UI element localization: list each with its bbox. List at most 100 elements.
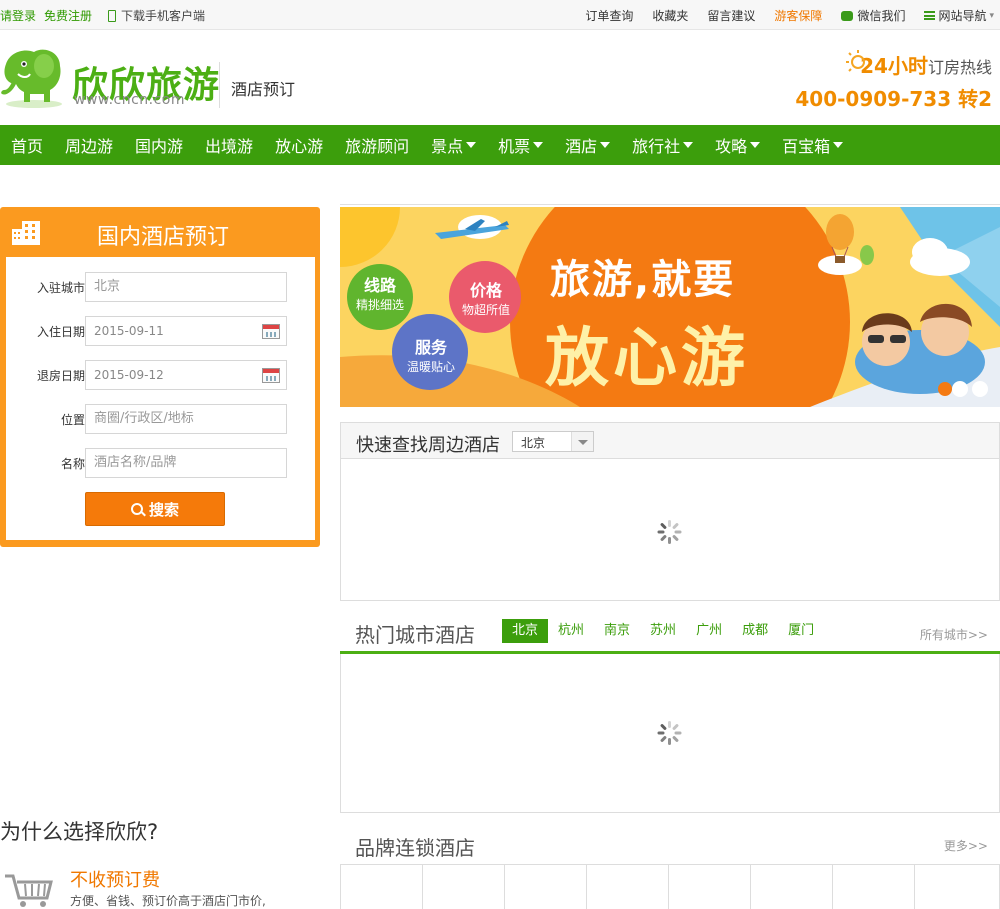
tourist-guarantee-link[interactable]: 游客保障 [774, 7, 822, 24]
nav-item-outbound-tour[interactable]: 出境游 [205, 133, 253, 157]
bubble-service-sub: 温暖贴心 [406, 360, 455, 374]
bubble-price-sub: 物超所值 [461, 303, 510, 317]
city-row: 入驻城市 北京 [6, 272, 315, 302]
brand-cell[interactable] [505, 865, 587, 909]
logo-divider [219, 62, 220, 108]
tab-beijing[interactable]: 北京 [502, 619, 549, 643]
promo-banner[interactable]: 线路 精挑细选 价格 物超所值 服务 温暖贴心 旅游,就要 放心游 [340, 207, 1000, 407]
search-button[interactable]: 搜索 [85, 492, 225, 526]
brand-cell[interactable] [915, 865, 997, 909]
sun-icon [846, 50, 865, 72]
why-item-desc: 方便、省钱、预订价高于酒店门市价, [70, 894, 266, 908]
bubble-route-title: 线路 [363, 276, 396, 295]
chevron-down-icon: ▾ [989, 10, 994, 21]
tab-hangzhou[interactable]: 杭州 [548, 619, 594, 643]
nav-item-hotels[interactable]: 酒店 [565, 133, 611, 157]
nav-item-home[interactable]: 首页 [11, 133, 43, 157]
why-item-title: 不收预订费 [70, 870, 160, 891]
brand-cell[interactable] [341, 865, 423, 909]
nav-label: 景点 [431, 137, 464, 156]
brand-logo-grid [340, 864, 1000, 909]
nav-item-domestic-tour[interactable]: 国内游 [135, 133, 183, 157]
city-input[interactable]: 北京 [85, 272, 287, 302]
hotel-name-input[interactable]: 酒店名称/品牌 [85, 448, 287, 478]
nav-item-flights[interactable]: 机票 [498, 133, 544, 157]
nav-item-travel-advisor[interactable]: 旅游顾问 [345, 133, 409, 157]
spinner-petal [674, 731, 682, 735]
register-link[interactable]: 免费注册 [44, 7, 92, 24]
nav-item-toolbox[interactable]: 百宝箱 [782, 133, 844, 157]
hot-cities-header: 热门城市酒店 北京 杭州 南京 苏州 广州 成都 厦门 所有城市>> [340, 614, 1000, 654]
tab-nanjing[interactable]: 南京 [594, 619, 640, 643]
feedback-link[interactable]: 留言建议 [707, 7, 755, 24]
nearby-city-select[interactable]: 北京 [512, 431, 594, 452]
favorites-link[interactable]: 收藏夹 [652, 7, 688, 24]
nearby-hotels-panel: 快速查找周边酒店 北京 [340, 422, 1000, 601]
app-download-link[interactable]: 下载手机客户端 [108, 7, 205, 24]
bubble-price-title: 价格 [469, 281, 502, 300]
booking-form: 入驻城市 北京 入住日期 2015-09-11 退房日期 2015-09-12 … [6, 257, 315, 540]
tab-suzhou[interactable]: 苏州 [640, 619, 686, 643]
brand-chain-header: 品牌连锁酒店 更多>> [340, 826, 1000, 864]
booking-header: 国内酒店预订 [0, 207, 320, 257]
brand-cell[interactable] [587, 865, 669, 909]
location-input[interactable]: 商圈/行政区/地标 [85, 404, 287, 434]
brand-cell[interactable] [423, 865, 505, 909]
spinner-petal [657, 731, 665, 735]
bubble-service: 服务 温暖贴心 [396, 334, 466, 375]
spinner-petal [659, 723, 668, 731]
hot-cities-title: 热门城市酒店 [355, 623, 475, 647]
site-nav-link[interactable]: 网站导航 ▾ [924, 7, 994, 24]
checkin-date-input[interactable]: 2015-09-11 [85, 316, 287, 346]
brand-cell[interactable] [751, 865, 833, 909]
spinner-petal [668, 738, 671, 745]
caret-down-icon [750, 142, 761, 148]
brand-cell[interactable] [669, 865, 751, 909]
nav-label: 旅游顾问 [345, 137, 410, 156]
nav-item-guides[interactable]: 攻略 [715, 133, 761, 157]
nav-label: 机票 [498, 137, 531, 156]
elephant-logo-icon[interactable] [0, 44, 68, 110]
calendar-icon[interactable] [262, 368, 280, 383]
spinner-petal [668, 537, 671, 544]
spinner-petal [674, 530, 682, 534]
bubble-route: 线路 精挑细选 [350, 272, 410, 313]
hot-city-tabs: 北京 杭州 南京 苏州 广州 成都 厦门 [502, 619, 824, 643]
checkout-date-input[interactable]: 2015-09-12 [85, 360, 287, 390]
brand-more-link[interactable]: 更多>> [944, 837, 988, 854]
checkout-date-value: 2015-09-12 [94, 368, 164, 382]
hotline-label: 订房热线 [927, 58, 992, 77]
order-query-link[interactable]: 订单查询 [585, 7, 633, 24]
tab-guangzhou[interactable]: 广州 [686, 619, 732, 643]
name-label: 名称 [60, 457, 85, 471]
divider-line [340, 204, 1000, 205]
banner-slogan-line2: 放心游 [545, 322, 749, 396]
mobile-phone-icon [108, 9, 117, 22]
city-label: 入驻城市 [36, 281, 85, 295]
checkin-row: 入住日期 2015-09-11 [6, 316, 315, 346]
calendar-icon[interactable] [262, 324, 280, 339]
top-bar-right: 订单查询 收藏夹 留言建议 游客保障 微信我们 网站导航 ▾ [585, 7, 994, 24]
tab-xiamen[interactable]: 厦门 [778, 619, 824, 643]
top-bar-left: 请登录 免费注册 下载手机客户端 [0, 7, 205, 24]
hotel-booking-panel: 国内酒店预订 入驻城市 北京 入住日期 2015-09-11 退房日期 2015… [0, 207, 320, 547]
wechat-link[interactable]: 微信我们 [841, 7, 905, 24]
nav-label: 酒店 [565, 137, 598, 156]
nav-item-travel-agencies[interactable]: 旅行社 [632, 133, 694, 157]
tab-chengdu[interactable]: 成都 [732, 619, 778, 643]
spinner-petal [659, 522, 668, 530]
nearby-title: 快速查找周边酒店 [356, 435, 500, 456]
spinner-petal [668, 721, 671, 728]
nav-item-worry-free-tour[interactable]: 放心游 [275, 133, 323, 157]
bubble-price: 价格 物超所值 [451, 277, 521, 318]
brand-cell[interactable] [833, 865, 915, 909]
wechat-icon [841, 10, 854, 21]
nav-item-attractions[interactable]: 景点 [431, 133, 477, 157]
caret-down-icon [683, 142, 694, 148]
brand-chain-title: 品牌连锁酒店 [355, 836, 475, 860]
caret-down-icon [600, 142, 611, 148]
all-cities-link[interactable]: 所有城市>> [920, 626, 988, 643]
login-link[interactable]: 请登录 [0, 7, 36, 24]
bubble-service-title: 服务 [414, 338, 447, 357]
nav-item-nearby-tour[interactable]: 周边游 [65, 133, 113, 157]
